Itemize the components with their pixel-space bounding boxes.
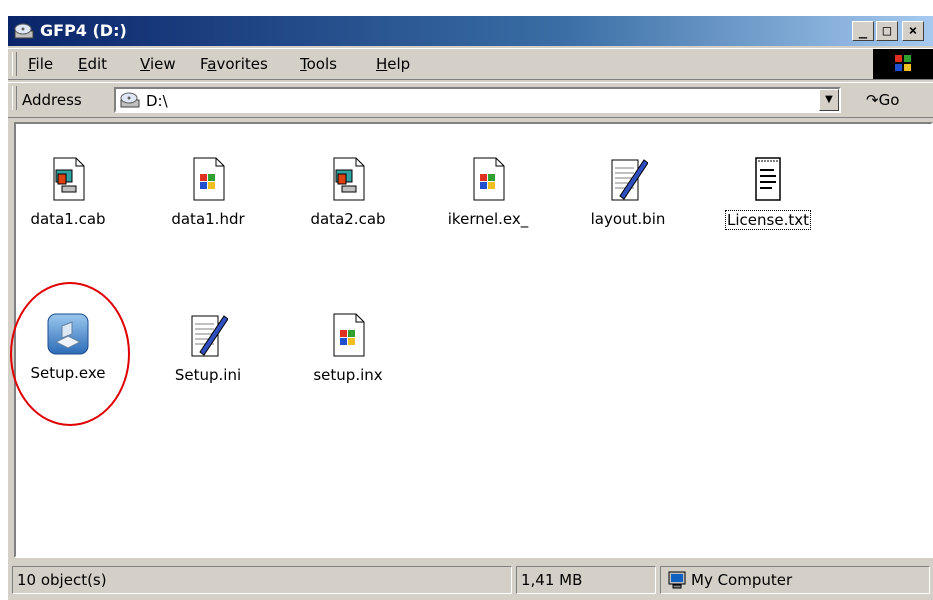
file-view[interactable]: data1.cab data1.hdr data2.cab ikernel.ex… (14, 122, 933, 558)
address-label: Address (22, 91, 82, 109)
address-grip[interactable] (12, 86, 17, 110)
file-name: data2.cab (310, 210, 386, 228)
minimize-button[interactable]: _ (852, 21, 874, 41)
file-item[interactable]: ikernel.ex_ (428, 156, 548, 228)
status-zone: My Computer (660, 566, 930, 594)
menu-view[interactable]: View (140, 55, 176, 73)
windows-logo-icon (873, 49, 933, 79)
file-item[interactable]: data2.cab (288, 156, 408, 228)
title-bar[interactable]: GFP4 (D:) _ □ × (8, 16, 933, 46)
windows-file-icon (473, 157, 505, 201)
go-arrow-icon: ↷ (866, 91, 879, 109)
menu-help[interactable]: Help (376, 55, 410, 73)
file-name: Setup.ini (174, 366, 242, 384)
cab-file-icon (333, 157, 365, 201)
file-name: ikernel.ex_ (447, 210, 529, 228)
maximize-button[interactable]: □ (876, 21, 898, 41)
file-item[interactable]: Setup.exe (8, 312, 128, 382)
address-bar: Address D:\ ▼ ↷Go (8, 82, 933, 118)
windows-file-icon (333, 313, 365, 357)
menu-bar: File Edit View Favorites Tools Help (8, 48, 933, 80)
menu-favorites[interactable]: Favorites (200, 55, 268, 73)
status-objects: 10 object(s) (12, 566, 512, 594)
cd-drive-icon (14, 23, 34, 39)
close-button[interactable]: × (902, 21, 924, 41)
text-file-icon (755, 157, 781, 201)
cd-drive-icon (120, 92, 140, 108)
setup-exe-icon (47, 313, 89, 355)
address-value: D:\ (146, 92, 168, 110)
go-button[interactable]: ↷Go (866, 91, 899, 109)
file-name: layout.bin (590, 210, 666, 228)
notepad-file-icon (611, 159, 648, 201)
file-name: License.txt (725, 210, 811, 230)
address-dropdown-button[interactable]: ▼ (819, 89, 839, 111)
file-name: data1.cab (30, 210, 106, 228)
menu-grip[interactable] (12, 52, 17, 76)
file-item[interactable]: data1.cab (8, 156, 128, 228)
status-size: 1,41 MB (516, 566, 656, 594)
menu-tools[interactable]: Tools (300, 55, 337, 73)
address-input[interactable]: D:\ ▼ (114, 87, 841, 113)
explorer-window: GFP4 (D:) _ □ × File Edit View Favorites… (6, 14, 933, 600)
file-name: setup.inx (313, 366, 383, 384)
menu-edit[interactable]: Edit (78, 55, 107, 73)
menu-file[interactable]: File (28, 55, 53, 73)
file-item[interactable]: layout.bin (568, 156, 688, 228)
cab-file-icon (53, 157, 85, 201)
status-bar: 10 object(s) 1,41 MB My Computer (8, 562, 933, 600)
notepad-file-icon (191, 315, 228, 357)
my-computer-icon (668, 571, 686, 589)
window-title: GFP4 (D:) (40, 21, 127, 40)
file-item[interactable]: setup.inx (288, 312, 408, 384)
file-item[interactable]: Setup.ini (148, 312, 268, 384)
file-item[interactable]: License.txt (708, 156, 828, 230)
file-name: data1.hdr (171, 210, 245, 228)
file-item[interactable]: data1.hdr (148, 156, 268, 228)
file-name: Setup.exe (30, 364, 106, 382)
windows-file-icon (193, 157, 225, 201)
